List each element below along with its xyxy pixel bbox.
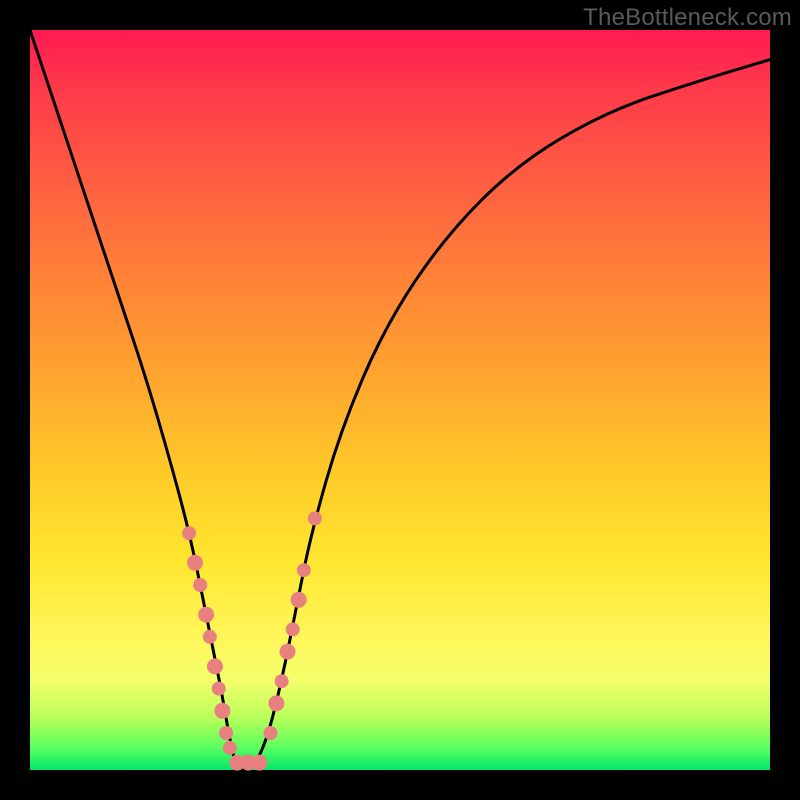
marker-point [193, 578, 207, 592]
marker-point [207, 658, 223, 674]
marker-point [308, 511, 322, 525]
marker-point [214, 703, 230, 719]
marker-point [182, 526, 196, 540]
marker-point [297, 563, 311, 577]
marker-point [203, 630, 217, 644]
marker-point [212, 682, 226, 696]
plot-area [30, 30, 770, 770]
highlighted-points [182, 511, 322, 770]
watermark-text: TheBottleneck.com [583, 4, 792, 32]
marker-point [268, 695, 284, 711]
marker-point [219, 726, 233, 740]
marker-point [264, 726, 278, 740]
marker-point [187, 555, 203, 571]
marker-point [291, 592, 307, 608]
marker-point [286, 622, 300, 636]
marker-point [275, 674, 289, 688]
bottleneck-curve [30, 30, 770, 770]
marker-point [280, 644, 296, 660]
marker-point [198, 607, 214, 623]
bottleneck-curve-svg [30, 30, 770, 770]
marker-point [223, 741, 237, 755]
chart-frame: TheBottleneck.com [0, 0, 800, 800]
marker-point [251, 755, 267, 771]
